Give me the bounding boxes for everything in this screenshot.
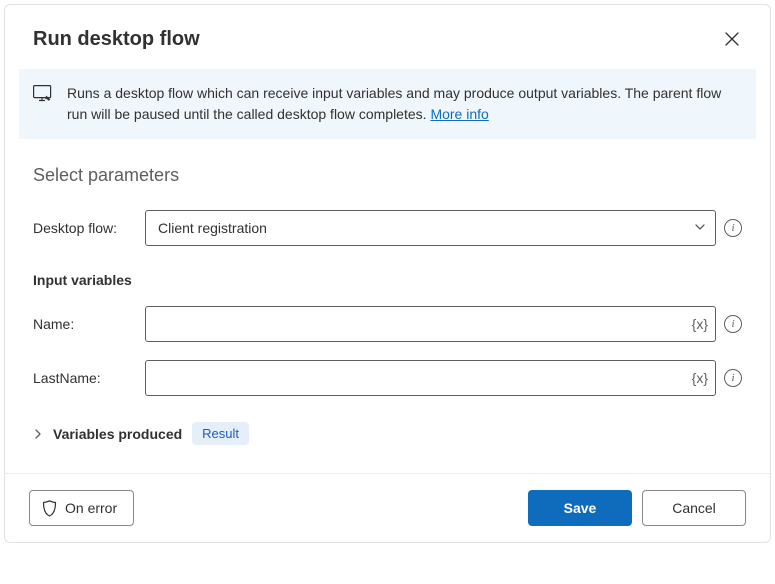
on-error-button[interactable]: On error bbox=[29, 490, 134, 526]
variable-picker-icon[interactable]: {x} bbox=[692, 370, 708, 386]
input-row-name: Name: {x} i bbox=[33, 306, 742, 342]
save-button[interactable]: Save bbox=[528, 490, 632, 526]
name-input[interactable] bbox=[145, 306, 716, 342]
dialog-title: Run desktop flow bbox=[33, 28, 200, 51]
info-banner: Runs a desktop flow which can receive in… bbox=[19, 69, 756, 139]
result-variable-pill[interactable]: Result bbox=[192, 422, 249, 445]
more-info-link[interactable]: More info bbox=[430, 106, 488, 122]
select-parameters-heading: Select parameters bbox=[33, 165, 742, 186]
input-variables-heading: Input variables bbox=[33, 272, 742, 288]
name-info-icon[interactable]: i bbox=[724, 315, 742, 333]
desktop-flow-label: Desktop flow: bbox=[33, 220, 137, 236]
variables-produced-row[interactable]: Variables produced Result bbox=[33, 422, 742, 445]
desktop-flow-row: Desktop flow: Client registration i bbox=[33, 210, 742, 246]
info-banner-text: Runs a desktop flow which can receive in… bbox=[67, 83, 732, 125]
dialog-header: Run desktop flow bbox=[5, 5, 770, 69]
lastname-input[interactable] bbox=[145, 360, 716, 396]
name-label: Name: bbox=[33, 316, 137, 332]
info-description: Runs a desktop flow which can receive in… bbox=[67, 85, 721, 122]
close-icon bbox=[725, 32, 739, 46]
shield-icon bbox=[42, 500, 57, 517]
run-desktop-flow-dialog: Run desktop flow Runs a desktop flow whi… bbox=[4, 4, 771, 543]
desktop-flow-select[interactable]: Client registration bbox=[145, 210, 716, 246]
dialog-footer: On error Save Cancel bbox=[5, 473, 770, 542]
desktop-flow-icon bbox=[33, 85, 53, 125]
desktop-flow-value: Client registration bbox=[158, 220, 267, 236]
on-error-label: On error bbox=[65, 500, 117, 516]
lastname-label: LastName: bbox=[33, 370, 137, 386]
dialog-body: Select parameters Desktop flow: Client r… bbox=[5, 139, 770, 473]
lastname-info-icon[interactable]: i bbox=[724, 369, 742, 387]
cancel-button[interactable]: Cancel bbox=[642, 490, 746, 526]
input-row-lastname: LastName: {x} i bbox=[33, 360, 742, 396]
variables-produced-label: Variables produced bbox=[53, 426, 182, 442]
chevron-right-icon bbox=[33, 429, 43, 439]
desktop-flow-info-icon[interactable]: i bbox=[724, 219, 742, 237]
variable-picker-icon[interactable]: {x} bbox=[692, 316, 708, 332]
close-button[interactable] bbox=[718, 25, 746, 53]
